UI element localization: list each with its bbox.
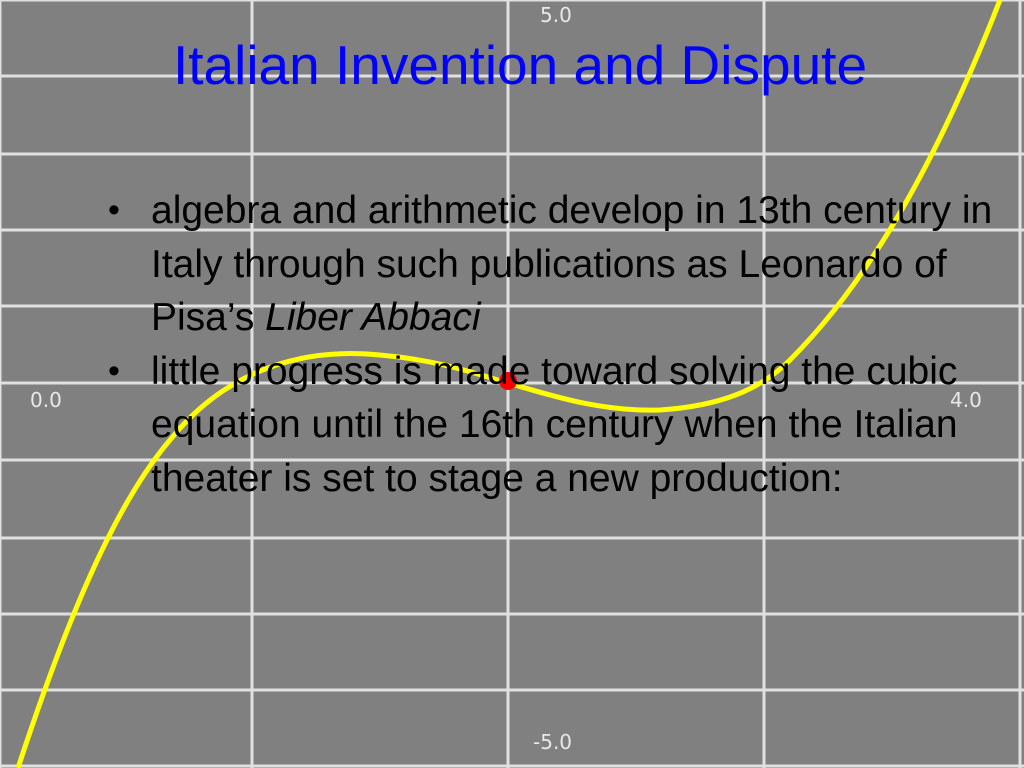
axis-label-bottom: -5.0: [533, 730, 573, 754]
slide-title: Italian Invention and Dispute: [172, 34, 868, 96]
bullet-item: • algebra and arithmetic develop in 13th…: [108, 184, 1013, 345]
bullet-italic-text: Liber Abbaci: [265, 296, 481, 339]
axis-label-left: 0.0: [30, 388, 62, 412]
slide: 5.0 -5.0 0.0 4.0 Italian Invention and D…: [0, 0, 1024, 768]
bullet-text: little progress is made toward solving t…: [151, 349, 958, 500]
bullet-item: • little progress is made toward solving…: [108, 345, 1013, 506]
bullet-icon: •: [108, 191, 120, 229]
bullet-list: • algebra and arithmetic develop in 13th…: [108, 184, 1013, 505]
bullet-icon: •: [108, 351, 120, 390]
axis-label-top: 5.0: [540, 3, 572, 27]
